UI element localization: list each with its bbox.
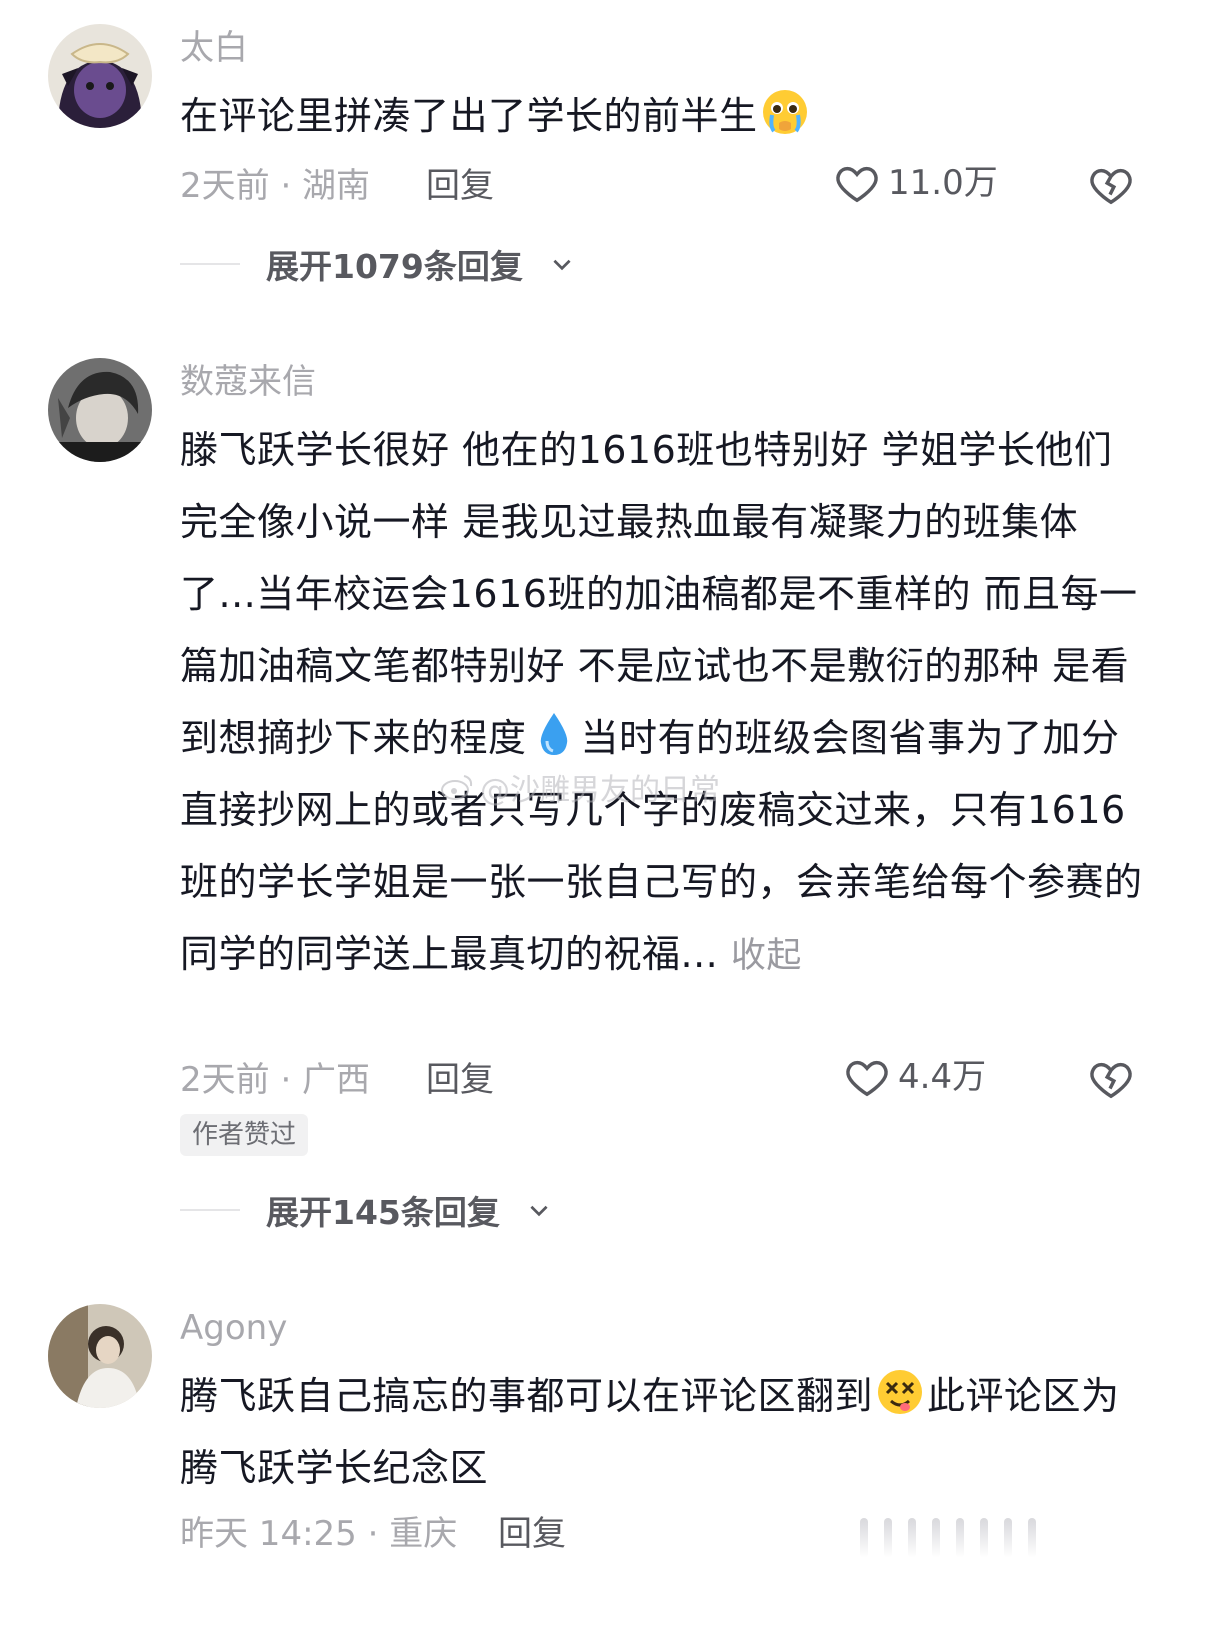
dislike-broken-heart-icon[interactable] xyxy=(1088,1056,1134,1102)
expand-replies-label: 展开1079条回复 xyxy=(266,247,523,286)
comment-meta: 2天前 · 广西 xyxy=(180,1060,371,1100)
fade-bar xyxy=(980,1518,988,1558)
comment-meta: 2天前 · 湖南 xyxy=(180,166,371,206)
droplet-emoji xyxy=(540,713,567,755)
watermark-text: @沙雕男友的日常 xyxy=(480,773,720,808)
comment-text: 在评论里拼凑了出了学长的前半生 xyxy=(180,80,1150,152)
expand-replies-button[interactable]: 展开1079条回复 xyxy=(180,240,575,288)
crying-pleading-emoji xyxy=(762,90,807,134)
fade-bar xyxy=(1028,1518,1036,1558)
dizzy-face-emoji xyxy=(878,1370,923,1414)
fade-bar xyxy=(932,1518,940,1558)
weibo-logo-icon xyxy=(441,775,473,800)
username[interactable]: Agony xyxy=(180,1306,287,1350)
expand-replies-label: 展开145条回复 xyxy=(266,1193,500,1232)
divider-line xyxy=(180,263,240,265)
heart-icon xyxy=(846,1060,888,1097)
avatar[interactable] xyxy=(48,1304,152,1408)
expand-replies-button[interactable]: 展开145条回复 xyxy=(180,1186,552,1234)
comment-text: 腾飞跃自己搞忘的事都可以在评论区翻到 此评论区为腾飞跃学长纪念区 xyxy=(180,1360,1150,1504)
comment-meta: 昨天 14:25 · 重庆 xyxy=(180,1514,458,1554)
comment-text-content: 滕飞跃学长很好 他在的1616班也特别好 学姐学长他们完全像小说一样 是我见过最… xyxy=(180,428,1138,760)
reply-button[interactable]: 回复 xyxy=(426,164,494,208)
fade-bar xyxy=(860,1518,868,1558)
heart-icon xyxy=(836,166,878,203)
chevron-down-icon xyxy=(553,259,571,271)
collapse-button[interactable]: 收起 xyxy=(731,936,802,976)
avatar[interactable] xyxy=(48,358,152,462)
username[interactable]: 太白 xyxy=(180,26,248,70)
comment-text-content: 腾飞跃自己搞忘的事都可以在评论区翻到 xyxy=(180,1374,874,1418)
like-count: 11.0万 xyxy=(888,163,998,203)
fade-bar xyxy=(1004,1518,1012,1558)
reply-button[interactable]: 回复 xyxy=(426,1058,494,1102)
avatar[interactable] xyxy=(48,24,152,128)
chevron-down-icon xyxy=(530,1205,548,1217)
comment-text: 滕飞跃学长很好 他在的1616班也特别好 学姐学长他们完全像小说一样 是我见过最… xyxy=(180,414,1150,992)
username[interactable]: 数蔻来信 xyxy=(180,360,316,404)
fade-bar xyxy=(956,1518,964,1558)
fade-bar xyxy=(884,1518,892,1558)
fade-bar xyxy=(908,1518,916,1558)
author-liked-badge: 作者赞过 xyxy=(180,1114,309,1156)
watermark: @沙雕男友的日常 xyxy=(440,765,720,809)
divider-line xyxy=(180,1209,240,1211)
reply-button[interactable]: 回复 xyxy=(498,1512,566,1556)
dislike-broken-heart-icon[interactable] xyxy=(1088,162,1134,208)
comment-text-content: 在评论里拼凑了出了学长的前半生 xyxy=(180,94,758,138)
like-button[interactable]: 4.4万 xyxy=(844,1054,986,1100)
loading-indicator xyxy=(860,1510,1120,1566)
like-count: 4.4万 xyxy=(898,1057,987,1097)
like-button[interactable]: 11.0万 xyxy=(834,160,998,206)
